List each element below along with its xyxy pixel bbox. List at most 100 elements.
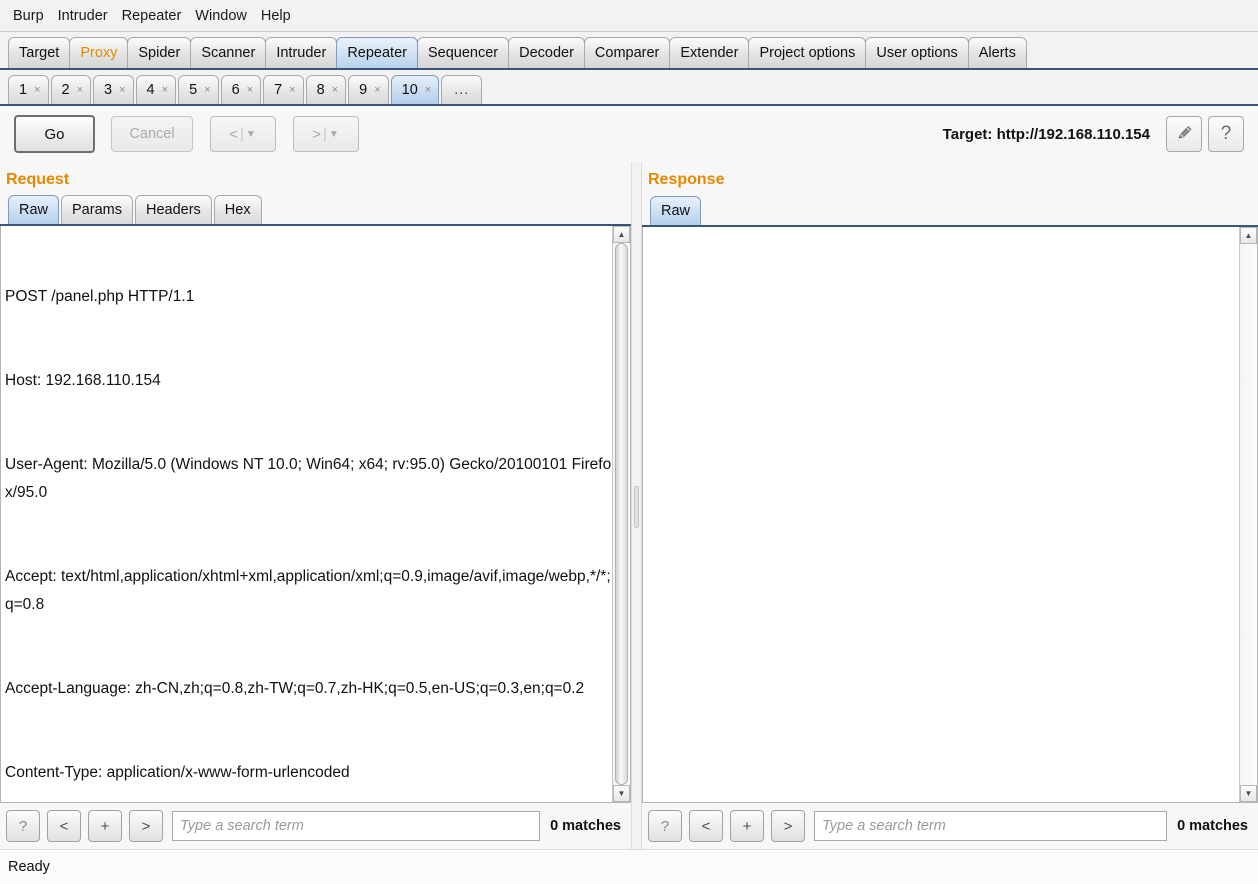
request-tab-params[interactable]: Params	[61, 195, 133, 224]
response-search-input[interactable]	[814, 811, 1168, 841]
request-line: Accept: text/html,application/xhtml+xml,…	[5, 568, 611, 613]
tab-extender[interactable]: Extender	[669, 37, 750, 68]
response-tab-raw[interactable]: Raw	[650, 196, 702, 225]
menu-item-window[interactable]: Window	[188, 6, 254, 26]
tab-scanner[interactable]: Scanner	[190, 37, 267, 68]
main-tab-bar: Target Proxy Spider Scanner Intruder Rep…	[0, 32, 1258, 70]
scroll-down-icon[interactable]: ▼	[1240, 785, 1257, 802]
repeater-tab-4[interactable]: 4 ×	[135, 75, 177, 104]
request-pane: Request Raw Params Headers Hex POST /pan…	[0, 162, 631, 849]
response-editor[interactable]	[643, 227, 1239, 802]
request-line: Host: 192.168.110.154	[5, 372, 161, 389]
tab-repeater[interactable]: Repeater	[336, 37, 418, 68]
help-button[interactable]: ?	[1208, 116, 1244, 152]
repeater-tab-7[interactable]: 7 ×	[263, 75, 304, 104]
close-icon[interactable]: ×	[77, 84, 83, 96]
chevron-down-icon: ▼	[328, 128, 340, 140]
tab-sequencer[interactable]: Sequencer	[416, 37, 510, 68]
close-icon[interactable]: ×	[204, 84, 210, 96]
response-search-bar: ? < + > 0 matches	[642, 803, 1258, 849]
response-tab-bar: Raw	[642, 195, 1258, 227]
menu-item-repeater[interactable]: Repeater	[115, 6, 189, 26]
tab-project-options[interactable]: Project options	[748, 37, 867, 68]
request-line: Accept-Language: zh-CN,zh;q=0.8,zh-TW;q=…	[5, 680, 585, 697]
scrollbar-track[interactable]	[613, 243, 630, 785]
scrollbar-track[interactable]	[1240, 244, 1257, 785]
request-tab-headers[interactable]: Headers	[134, 195, 212, 224]
request-vertical-scrollbar[interactable]: ▲ ▼	[612, 226, 630, 802]
close-icon[interactable]: ×	[332, 84, 338, 96]
pane-splitter[interactable]	[631, 162, 642, 849]
repeater-tab-5[interactable]: 5 ×	[178, 75, 219, 104]
close-icon[interactable]: ×	[425, 84, 431, 96]
repeater-tab-label: 2	[61, 82, 70, 98]
repeater-tab-6[interactable]: 6 ×	[220, 75, 262, 104]
repeater-tab-more[interactable]: ...	[441, 75, 483, 104]
repeater-tab-10[interactable]: 10 ×	[390, 75, 440, 104]
edit-target-button[interactable]	[1166, 116, 1202, 152]
request-line: POST /panel.php HTTP/1.1	[5, 288, 195, 305]
status-text: Ready	[8, 859, 50, 875]
pencil-icon	[1175, 123, 1194, 146]
search-help-button[interactable]: ?	[6, 810, 40, 842]
back-arrow-icon: <	[229, 125, 239, 143]
close-icon[interactable]: ×	[162, 84, 168, 96]
repeater-tab-label: 10	[401, 82, 418, 98]
response-title: Response	[648, 171, 725, 188]
button-separator: |	[322, 125, 328, 143]
repeater-tab-8[interactable]: 8 ×	[305, 75, 347, 104]
splitter-grip[interactable]	[634, 485, 639, 528]
repeater-tab-3[interactable]: 3 ×	[93, 75, 134, 104]
response-editor-wrap: ▲ ▼	[642, 227, 1258, 803]
cancel-button[interactable]: Cancel	[111, 116, 193, 152]
tab-spider[interactable]: Spider	[127, 37, 192, 68]
tab-target[interactable]: Target	[8, 37, 71, 68]
scrollbar-thumb[interactable]	[615, 243, 628, 785]
search-add-button[interactable]: +	[88, 810, 122, 842]
tab-intruder[interactable]: Intruder	[265, 37, 338, 68]
close-icon[interactable]: ×	[119, 84, 125, 96]
menu-item-intruder[interactable]: Intruder	[51, 6, 115, 26]
repeater-tab-9[interactable]: 9 ×	[348, 75, 389, 104]
search-prev-button[interactable]: <	[689, 810, 723, 842]
scroll-down-icon[interactable]: ▼	[613, 785, 630, 802]
back-button[interactable]: < | ▼	[210, 116, 276, 152]
search-next-button[interactable]: >	[129, 810, 163, 842]
tab-decoder[interactable]: Decoder	[508, 37, 585, 68]
repeater-tab-1[interactable]: 1 ×	[8, 75, 49, 104]
scroll-up-icon[interactable]: ▲	[613, 226, 630, 243]
response-vertical-scrollbar[interactable]: ▲ ▼	[1239, 227, 1257, 802]
close-icon[interactable]: ×	[289, 84, 295, 96]
request-search-input[interactable]	[172, 811, 541, 841]
search-next-button[interactable]: >	[771, 810, 805, 842]
search-help-button[interactable]: ?	[648, 810, 682, 842]
tab-alerts[interactable]: Alerts	[967, 37, 1027, 68]
tab-proxy[interactable]: Proxy	[69, 37, 129, 68]
close-icon[interactable]: ×	[34, 84, 40, 96]
toolbar-right-group: Target: http://192.168.110.154 ?	[943, 116, 1244, 152]
repeater-tab-label: 9	[359, 82, 368, 98]
close-icon[interactable]: ×	[374, 84, 380, 96]
repeater-tab-label: 5	[189, 82, 198, 98]
tab-comparer[interactable]: Comparer	[583, 37, 671, 68]
repeater-tab-bar: 1 × 2 × 3 × 4 × 5 × 6 × 7 × 8 × 9 × 10 ×…	[0, 70, 1258, 106]
forward-button[interactable]: > | ▼	[293, 116, 359, 152]
request-search-bar: ? < + > 0 matches	[0, 803, 631, 849]
menu-bar: Burp Intruder Repeater Window Help	[0, 0, 1258, 32]
search-add-button[interactable]: +	[730, 810, 764, 842]
request-title: Request	[6, 171, 70, 188]
scroll-up-icon[interactable]: ▲	[1240, 227, 1257, 244]
repeater-tab-label: 1	[19, 82, 28, 98]
response-pane: Response Raw ▲ ▼ ? < + > Type a search t…	[642, 162, 1258, 849]
request-tab-hex[interactable]: Hex	[213, 195, 262, 224]
menu-item-help[interactable]: Help	[254, 6, 298, 26]
repeater-tab-2[interactable]: 2 ×	[50, 75, 92, 104]
repeater-tab-label: 4	[146, 82, 155, 98]
close-icon[interactable]: ×	[247, 84, 253, 96]
search-prev-button[interactable]: <	[47, 810, 81, 842]
request-editor[interactable]: POST /panel.php HTTP/1.1 Host: 192.168.1…	[1, 226, 612, 802]
go-button[interactable]: Go	[14, 115, 95, 153]
tab-user-options[interactable]: User options	[865, 37, 969, 68]
menu-item-burp[interactable]: Burp	[6, 6, 51, 26]
request-tab-raw[interactable]: Raw	[8, 195, 60, 224]
